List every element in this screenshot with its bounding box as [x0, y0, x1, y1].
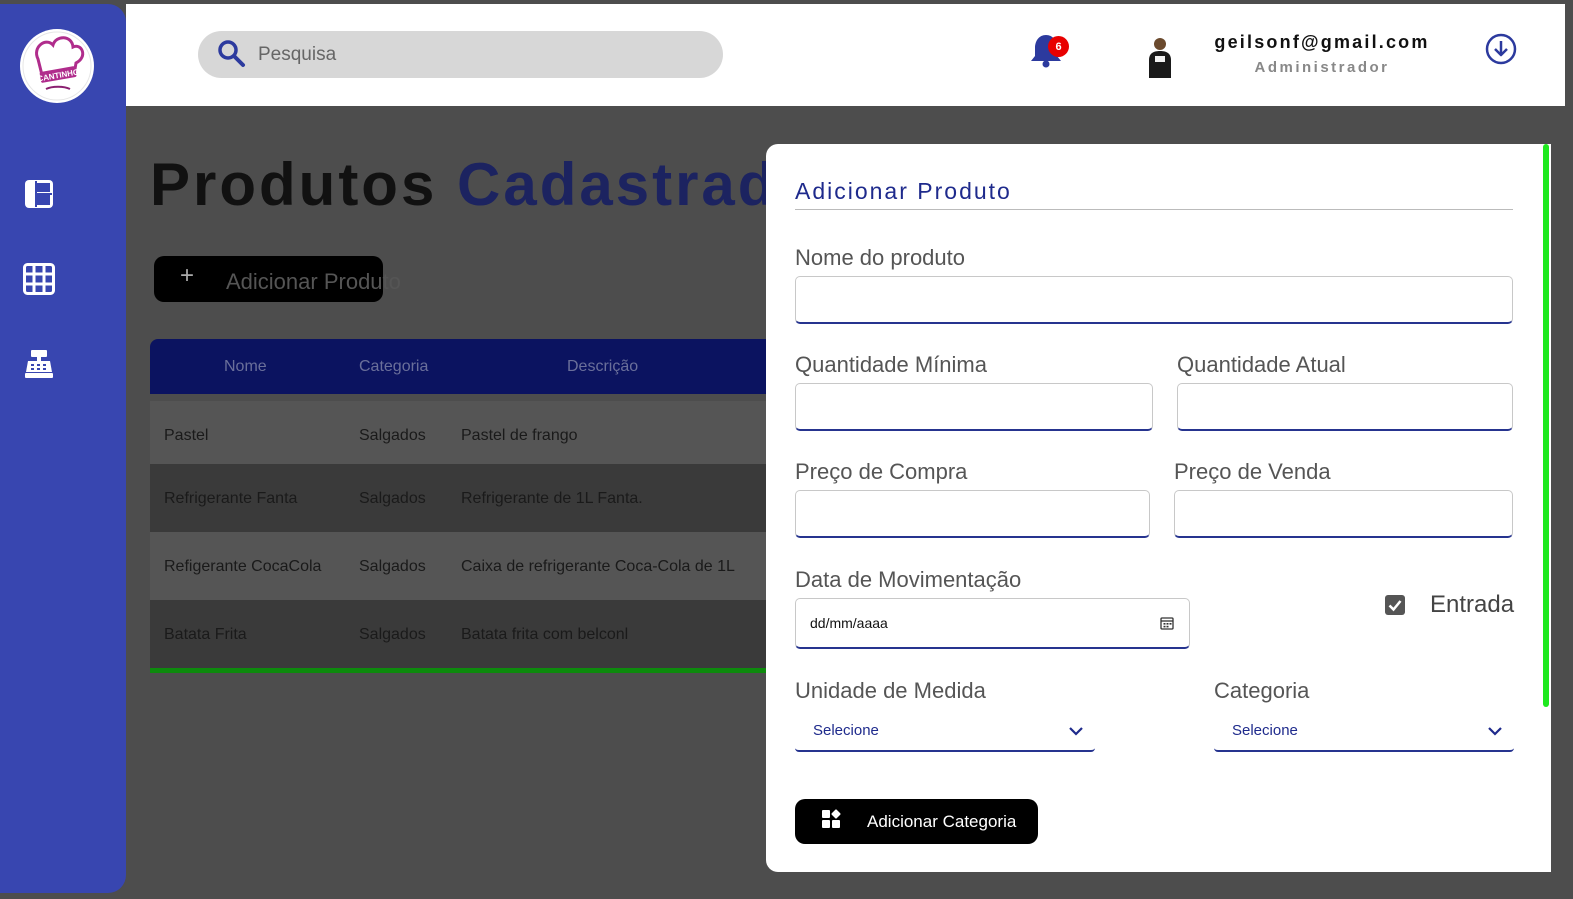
unit-select[interactable]: Selecione	[795, 710, 1095, 752]
user-email: geilsonf@gmail.com	[1214, 32, 1430, 52]
date-label: Data de Movimentação	[795, 567, 1022, 592]
cell-categoria: Salgados	[359, 427, 426, 444]
min-qty-input[interactable]	[795, 383, 1153, 431]
column-header-descricao[interactable]: Descrição	[567, 358, 638, 376]
chevron-down-icon	[1488, 727, 1502, 736]
cell-categoria: Salgados	[359, 626, 426, 643]
modal-scrollbar[interactable]	[1543, 144, 1549, 707]
product-name-input[interactable]	[795, 276, 1513, 324]
modal-divider	[795, 209, 1513, 210]
table-row[interactable]: Pastel Salgados Pastel de frango	[150, 401, 768, 469]
product-name-label: Nome do produto	[795, 245, 965, 270]
cell-categoria: Salgados	[359, 490, 426, 507]
table-bottom-border	[150, 668, 768, 673]
add-category-button-label: Adicionar Categoria	[867, 812, 1017, 831]
cell-descricao: Refrigerante de 1L Fanta.	[461, 490, 643, 507]
add-product-modal: Adicionar Produto Nome do produto Quanti…	[766, 144, 1551, 872]
cash-register-icon[interactable]	[22, 347, 56, 381]
add-product-button-label: Adicionar Produto	[226, 269, 401, 294]
column-header-categoria[interactable]: Categoria	[359, 358, 428, 376]
avatar[interactable]	[1144, 34, 1176, 78]
page-title: Produtos Cadastrad	[150, 150, 777, 219]
date-input[interactable]: dd/mm/aaaa	[795, 598, 1190, 649]
cell-nome: Batata Frita	[164, 626, 247, 643]
sidebar: CANTINHO	[0, 4, 126, 893]
current-qty-label: Quantidade Atual	[1177, 352, 1346, 377]
search-icon[interactable]	[216, 38, 246, 68]
brand-logo[interactable]: CANTINHO	[20, 29, 94, 103]
modal-title: Adicionar Produto	[795, 178, 1012, 204]
cell-categoria: Salgados	[359, 558, 426, 575]
cell-descricao: Batata frita com belconl	[461, 626, 629, 643]
cell-nome: Refigerante CocaCola	[164, 558, 322, 575]
current-qty-input[interactable]	[1177, 383, 1513, 431]
column-header-nome[interactable]: Nome	[224, 358, 267, 376]
chevron-down-icon	[1069, 727, 1083, 736]
page-title-accent: Cadastrad	[457, 151, 778, 218]
category-select[interactable]: Selecione	[1214, 710, 1514, 752]
unit-label: Unidade de Medida	[795, 678, 986, 703]
widgets-icon	[822, 809, 841, 828]
grid-icon[interactable]	[22, 262, 56, 296]
add-category-button[interactable]: Adicionar Categoria	[795, 799, 1038, 844]
user-role: Administrador	[1254, 59, 1390, 76]
search-input[interactable]	[258, 31, 698, 78]
table-row[interactable]: Refrigerante Fanta Salgados Refrigerante…	[150, 464, 768, 532]
notification-badge: 6	[1048, 36, 1069, 57]
table-header: Nome Categoria Descrição	[150, 339, 768, 394]
cell-descricao: Caixa de refrigerante Coca-Cola de 1L	[461, 558, 735, 575]
checkmark-icon	[1388, 600, 1402, 612]
unit-select-value: Selecione	[813, 722, 879, 739]
date-placeholder: dd/mm/aaaa	[810, 615, 888, 631]
top-header: 6 geilsonf@gmail.com Administrador	[126, 4, 1565, 106]
products-table: Nome Categoria Descrição Pastel Salgados…	[150, 339, 768, 675]
cell-descricao: Pastel de frango	[461, 427, 578, 444]
page-title-primary: Produtos	[150, 151, 438, 218]
plus-icon: +	[180, 262, 195, 289]
chef-hat-logo-icon: CANTINHO	[22, 31, 92, 101]
cell-nome: Pastel	[164, 427, 209, 444]
table-row[interactable]: Batata Frita Salgados Batata frita com b…	[150, 600, 768, 668]
sell-price-label: Preço de Venda	[1174, 459, 1331, 484]
calendar-icon[interactable]	[1159, 615, 1175, 631]
entry-checkbox[interactable]	[1385, 595, 1405, 615]
buy-price-input[interactable]	[795, 490, 1150, 538]
search-bar	[198, 31, 723, 78]
cell-nome: Refrigerante Fanta	[164, 490, 298, 507]
add-product-button[interactable]: + Adicionar Produto	[154, 256, 401, 302]
min-qty-label: Quantidade Mínima	[795, 352, 987, 377]
sell-price-input[interactable]	[1174, 490, 1513, 538]
table-row[interactable]: Refigerante CocaCola Salgados Caixa de r…	[150, 532, 768, 600]
download-icon[interactable]	[1484, 32, 1518, 66]
entry-label: Entrada	[1430, 591, 1515, 618]
dashboard-icon[interactable]	[22, 177, 56, 211]
category-label: Categoria	[1214, 678, 1310, 703]
category-select-value: Selecione	[1232, 722, 1298, 739]
buy-price-label: Preço de Compra	[795, 459, 968, 484]
